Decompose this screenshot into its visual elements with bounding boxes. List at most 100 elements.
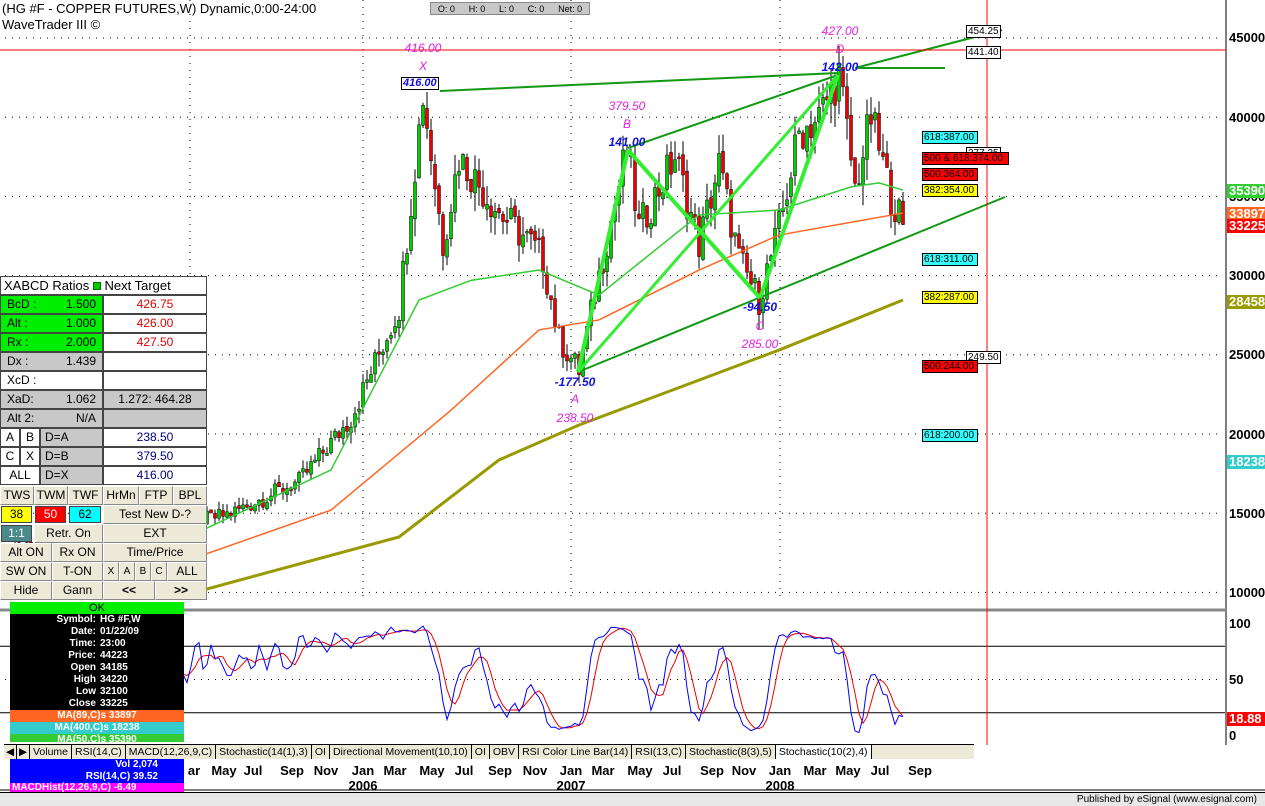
ohlc-high: H: 0 <box>468 3 486 14</box>
ok-button[interactable]: OK <box>10 602 184 614</box>
candle <box>413 181 417 219</box>
candle <box>441 214 445 256</box>
scroll-left-icon[interactable]: ◀ <box>4 745 17 759</box>
candle <box>337 431 341 438</box>
month-label: May <box>627 763 653 778</box>
candle <box>345 425 349 432</box>
info-value: HG #F,W <box>100 614 141 625</box>
tab-oi[interactable]: OI <box>312 745 330 759</box>
candle <box>313 459 317 463</box>
time-price-button[interactable]: Time/Price <box>103 543 207 562</box>
candle <box>405 253 409 265</box>
candle <box>493 211 497 218</box>
candle <box>633 158 637 211</box>
target-rx: 427.50 <box>103 333 207 352</box>
point-c-button[interactable]: C <box>0 447 20 466</box>
ohlc-net: Net: 0 <box>558 3 583 14</box>
bpl-button[interactable]: BPL <box>173 486 207 505</box>
candle <box>873 112 877 121</box>
info-row: Close 33225 <box>10 698 184 710</box>
point-x-button[interactable]: X <box>20 447 40 466</box>
panel-title-2: Next Target <box>104 278 171 293</box>
ma89-line <box>202 212 904 556</box>
a-button[interactable]: A <box>119 562 135 581</box>
ratio-1-1-button[interactable]: 1:1 <box>1 525 32 542</box>
level-441: 441.40 <box>966 46 1001 59</box>
tab-stochastic-10[interactable]: Stochastic(10(2),4) <box>775 745 872 759</box>
point-all-button[interactable]: ALL <box>0 466 40 485</box>
tab-rsi-13[interactable]: RSI(13,C) <box>632 745 686 759</box>
candle <box>809 124 813 138</box>
candle <box>381 351 385 355</box>
candle <box>821 97 825 105</box>
target-value: 379.50 <box>103 447 207 466</box>
candle <box>333 430 337 438</box>
next-button[interactable]: >> <box>155 581 207 600</box>
twm-button[interactable]: TWM <box>34 486 68 505</box>
info-row: Price: 44223 <box>10 650 184 662</box>
ftp-button[interactable]: FTP <box>139 486 173 505</box>
price-tick: 45000 <box>1229 30 1265 45</box>
alt-on-button[interactable]: Alt ON <box>0 543 52 562</box>
ratio-bcd: BcD : 1.500 <box>0 295 103 314</box>
tab-obv[interactable]: OBV <box>490 745 520 759</box>
scroll-right-icon[interactable]: ▶ <box>17 745 30 759</box>
twf-button[interactable]: TWF <box>68 486 103 505</box>
candle <box>817 106 821 123</box>
point-a-button[interactable]: A <box>0 428 20 447</box>
rx-on-button[interactable]: Rx ON <box>52 543 103 562</box>
all-button[interactable]: ALL <box>167 562 207 581</box>
candle <box>677 156 681 159</box>
x-price-label: 416.00 <box>404 41 442 55</box>
tab-stochastic-8[interactable]: Stochastic(8(3),5) <box>686 745 776 759</box>
candle <box>225 511 229 518</box>
tws-button[interactable]: TWS <box>0 486 34 505</box>
fib-50-button[interactable]: 50 <box>35 506 66 523</box>
candle <box>893 215 897 222</box>
candle <box>797 130 801 134</box>
b-point-label: B <box>622 117 632 131</box>
ratio-key: XcD : <box>7 373 37 387</box>
tab-stochastic-14[interactable]: Stochastic(14(1),3) <box>216 745 312 759</box>
t-on-button[interactable]: T-ON <box>52 562 103 581</box>
stoch-tick: 100 <box>1229 616 1251 631</box>
b-ratio-label: 141.00 <box>608 135 646 149</box>
fib-62-button[interactable]: 62 <box>69 506 101 523</box>
test-new-d-button[interactable]: Test New D-? <box>103 505 207 524</box>
tab-rsi[interactable]: RSI(14,C) <box>72 745 126 759</box>
c-button[interactable]: C <box>151 562 167 581</box>
tab-directional-movement[interactable]: Directional Movement(10,10) <box>330 745 472 759</box>
x-button[interactable]: X <box>103 562 119 581</box>
tab-oi-2[interactable]: OI <box>472 745 490 759</box>
c-point-label: C <box>755 319 765 333</box>
tab-rsi-color-line-bar[interactable]: RSI Color Line Bar(14) <box>519 745 633 759</box>
candle <box>653 187 657 227</box>
candle <box>481 187 485 207</box>
candle <box>509 208 513 219</box>
fib-38-button[interactable]: 38 <box>1 506 32 523</box>
price-tick: 10000 <box>1229 585 1265 600</box>
sw-on-button[interactable]: SW ON <box>0 562 52 581</box>
hide-button[interactable]: Hide <box>0 581 52 600</box>
ratio-key: XaD: <box>7 392 34 406</box>
point-b-button[interactable]: B <box>20 428 40 447</box>
retr-on-button[interactable]: Retr. On <box>34 524 103 543</box>
hrmn-button[interactable]: HrMn <box>103 486 139 505</box>
b-button[interactable]: B <box>135 562 151 581</box>
candle <box>297 472 301 483</box>
tab-volume[interactable]: Volume <box>30 745 73 759</box>
tab-macd[interactable]: MACD(12,26,9,C) <box>126 745 217 759</box>
candle <box>241 504 245 510</box>
candle <box>329 438 333 454</box>
info-row: Low 32100 <box>10 686 184 698</box>
ext-button[interactable]: EXT <box>103 524 207 543</box>
info-key: Open <box>70 662 96 673</box>
previous-button[interactable]: << <box>103 581 155 600</box>
candle <box>321 449 325 454</box>
candle <box>681 154 685 176</box>
target-value: 238.50 <box>103 428 207 447</box>
month-label: May <box>419 763 445 778</box>
gann-button[interactable]: Gann <box>52 581 103 600</box>
month-label: Sep <box>908 763 932 778</box>
ohlc-readout: O: 0 H: 0 L: 0 C: 0 Net: 0 <box>430 2 590 15</box>
